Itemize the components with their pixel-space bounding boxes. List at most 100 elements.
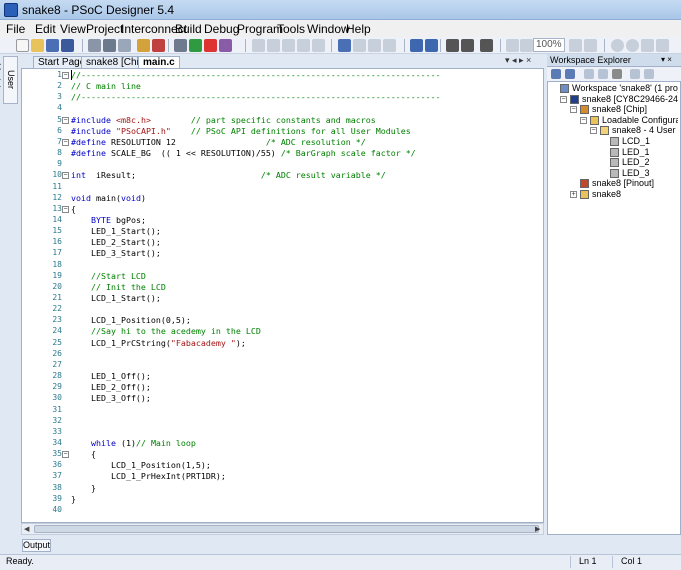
outdent-icon[interactable] [461, 39, 474, 52]
scroll-left-icon[interactable]: ◀ [24, 525, 29, 533]
ws-properties-icon[interactable] [630, 69, 640, 79]
zoom-select[interactable]: 100% [533, 38, 565, 52]
redo-icon[interactable] [425, 39, 438, 52]
step-icon[interactable] [282, 39, 295, 52]
tree-item-label[interactable]: LED_2 [622, 157, 650, 167]
forward-icon[interactable] [626, 39, 639, 52]
new-file-icon[interactable] [16, 39, 29, 52]
tree-expander-icon[interactable]: + [570, 191, 577, 198]
back-icon[interactable] [611, 39, 624, 52]
zoom-out-icon[interactable] [584, 39, 597, 52]
user-modules-label: User Modules [0, 62, 16, 98]
ws-new-icon[interactable] [584, 69, 594, 79]
run-icon[interactable] [353, 39, 366, 52]
module-icon [610, 137, 619, 146]
tree-item-label[interactable]: LCD_1 [622, 136, 650, 146]
pause-icon[interactable] [368, 39, 381, 52]
open-folder-icon[interactable] [31, 39, 44, 52]
tab-controls[interactable]: ▾ ◂ ▸ × [505, 55, 531, 66]
tree-item-label[interactable]: snake8 [Chip] [592, 104, 647, 114]
compile-icon[interactable] [189, 39, 202, 52]
module-icon[interactable] [137, 39, 150, 52]
pinout-icon[interactable] [103, 39, 116, 52]
ws-lock-icon[interactable] [644, 69, 654, 79]
line-number: 38 [52, 482, 62, 492]
code-line: LED_1_Start(); [71, 226, 161, 237]
home-icon[interactable] [506, 39, 519, 52]
tree-item-label[interactable]: snake8 [CY8C29466-24PXI] [582, 94, 678, 104]
step-over-icon[interactable] [297, 39, 310, 52]
menu-debug[interactable]: Debug [204, 22, 239, 36]
tree-item-label[interactable]: snake8 - 4 User Modules [612, 125, 678, 135]
fold-toggle-icon[interactable]: − [62, 172, 69, 180]
menu-window[interactable]: Window [307, 22, 350, 36]
text-caret [71, 70, 72, 80]
fold-toggle-icon[interactable]: − [62, 72, 69, 79]
tree-item-label[interactable]: Loadable Configurations [602, 115, 678, 125]
generate-icon[interactable] [152, 39, 165, 52]
menu-tools[interactable]: Tools [277, 22, 305, 36]
line-number: 15 [52, 226, 62, 236]
bookmark-icon[interactable] [520, 39, 533, 52]
ws-forward-icon[interactable] [565, 69, 575, 79]
config-icon[interactable] [118, 39, 131, 52]
zoom-in-icon[interactable] [569, 39, 582, 52]
tree-item-label[interactable]: LED_1 [622, 147, 650, 157]
line-number: 33 [52, 426, 62, 436]
menu-file[interactable]: File [6, 22, 25, 36]
line-number: 25 [52, 337, 62, 347]
indent-icon[interactable] [446, 39, 459, 52]
chip-view-icon[interactable] [88, 39, 101, 52]
rebuild-icon[interactable] [204, 39, 217, 52]
find-next-icon[interactable] [656, 39, 669, 52]
save-icon[interactable] [46, 39, 59, 52]
program-icon[interactable] [219, 39, 232, 52]
ws-delete-icon[interactable] [612, 69, 622, 79]
fold-toggle-icon[interactable]: − [62, 116, 69, 124]
ws-back-icon[interactable] [551, 69, 561, 79]
scroll-right-icon[interactable]: ▶ [535, 525, 540, 533]
output-dock [0, 536, 681, 554]
connect-icon[interactable] [252, 39, 265, 52]
menu-help[interactable]: Help [346, 22, 371, 36]
stop-icon[interactable] [338, 39, 351, 52]
code-line: //Say hi to the acedemy in the LCD [71, 326, 261, 337]
tree-item-label[interactable]: snake8 [Pinout] [592, 178, 654, 188]
tree-item-label[interactable]: snake8 [592, 189, 621, 199]
tree-expander-icon[interactable]: − [570, 106, 577, 114]
ws-add-icon[interactable] [598, 69, 608, 79]
step-out-icon[interactable] [312, 39, 325, 52]
scrollbar-thumb[interactable] [34, 525, 539, 533]
go-icon[interactable] [267, 39, 280, 52]
menu-view[interactable]: View [60, 22, 86, 36]
workspace-controls[interactable]: ▾ × [661, 55, 672, 64]
menu-edit[interactable]: Edit [35, 22, 56, 36]
undo-icon[interactable] [410, 39, 423, 52]
tree-item-label[interactable]: Workspace 'snake8' (1 project) [572, 83, 678, 93]
menu-build[interactable]: Build [175, 22, 202, 36]
menu-project[interactable]: Project [86, 22, 123, 36]
output-tab[interactable]: Output [22, 539, 51, 552]
code-line: LCD_1_PrCString("Fabacademy "); [71, 337, 246, 348]
tree-expander-icon[interactable]: − [560, 95, 567, 103]
code-line: #define RESOLUTION 12 /* ADC resolution … [71, 136, 366, 147]
fold-toggle-icon[interactable]: − [62, 138, 69, 146]
module-icon [610, 158, 619, 168]
tree-item-label[interactable]: LED_3 [622, 168, 650, 178]
tree-expander-icon[interactable]: − [590, 127, 597, 135]
find-icon[interactable] [641, 39, 654, 52]
tree-expander-icon[interactable]: − [580, 116, 587, 124]
line-number: 32 [52, 415, 62, 425]
fold-toggle-icon[interactable]: − [62, 451, 69, 459]
code-line: LED_2_Off(); [71, 382, 151, 393]
pinout-icon [580, 179, 589, 189]
build-icon[interactable] [174, 39, 187, 52]
line-number: 3 [57, 92, 62, 102]
line-number: 31 [52, 404, 62, 414]
fold-toggle-icon[interactable]: − [62, 205, 69, 213]
reset-icon[interactable] [383, 39, 396, 52]
editor-tab-bar: Start Page snake8 [Chip] main.c [21, 54, 544, 69]
save-all-icon[interactable] [61, 39, 74, 52]
line-number: 37 [52, 471, 62, 481]
comment-icon[interactable] [480, 39, 493, 52]
